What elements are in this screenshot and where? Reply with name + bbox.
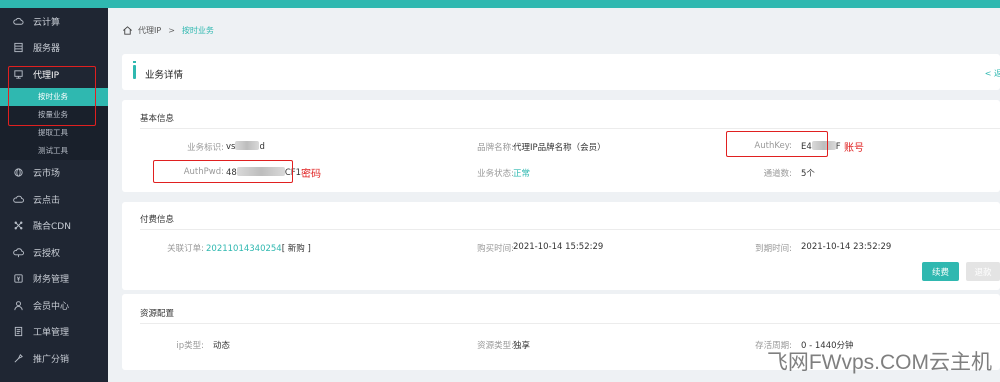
order-tag: [ 新购 ]	[281, 244, 311, 254]
biz-id-prefix: vs	[226, 142, 236, 152]
cloud-auth-icon	[12, 246, 24, 258]
ip-type-label: ip类型:	[176, 341, 204, 351]
ticket-icon	[12, 326, 24, 338]
globe-icon	[12, 167, 24, 179]
brand-value: 代理IP品牌名称（会员）	[513, 143, 606, 153]
expire-time-value: 2021-10-14 23:52:29	[801, 242, 892, 252]
sidebar-item-label: 工单管理	[33, 328, 70, 339]
ip-type-value: 动态	[213, 341, 231, 351]
status-label: 业务状态:	[477, 169, 514, 179]
main-content: 代理IP > 按时业务 业务详情 < 返 基本信息 业务标识: vs d 品牌名称…	[108, 8, 1000, 382]
sidebar-item-label: 会员中心	[33, 301, 70, 312]
sidebar-item-label: 云计算	[33, 17, 61, 28]
basic-info-card: 基本信息 业务标识: vs d 品牌名称: 代理IP品牌名称（会员） AuthKe…	[122, 100, 1000, 192]
redacted-blur	[235, 141, 260, 150]
watermark: 飞网FWvps.COM云主机	[766, 351, 992, 374]
sidebar-subitem-label: 测试工具	[38, 146, 68, 155]
finance-icon	[12, 273, 24, 285]
buy-time-label: 购买时间:	[477, 244, 514, 254]
user-icon	[12, 299, 24, 311]
sidebar-item-label: 推广分销	[33, 354, 70, 365]
sidebar-item-member-center[interactable]: 会员中心	[0, 292, 108, 319]
sidebar-subitem-label: 提取工具	[38, 128, 68, 137]
info-icon	[133, 61, 136, 79]
expire-time-label: 到期时间:	[755, 244, 792, 254]
annotation-box-proxy-ip	[8, 66, 96, 126]
order-label: 关联订单:	[167, 244, 204, 254]
sidebar-item-label: 融合CDN	[33, 222, 71, 233]
cloud-icon	[12, 15, 24, 27]
order-value: 20211014340254[ 新购 ]	[206, 242, 311, 254]
section-title-resource: 资源配置	[140, 309, 175, 319]
share-icon	[12, 352, 24, 364]
biz-id-suffix: d	[259, 142, 265, 152]
cdn-icon	[12, 220, 24, 232]
sidebar-item-cdn[interactable]: 融合CDN	[0, 213, 108, 240]
annotation-note-account: 账号	[844, 143, 864, 154]
sidebar-item-cloud-compute[interactable]: 云计算	[0, 8, 108, 35]
sidebar-subitem-test-tool[interactable]: 测试工具	[0, 141, 108, 160]
authkey-suffix: F	[835, 142, 841, 152]
sidebar-item-affiliate[interactable]: 推广分销	[0, 345, 108, 372]
brand-label: 品牌名称:	[477, 143, 514, 153]
page-title-card: 业务详情 < 返	[122, 54, 1000, 90]
section-title-basic: 基本信息	[140, 114, 175, 124]
sidebar-item-label: 云点击	[33, 195, 61, 206]
sidebar-item-finance[interactable]: 财务管理	[0, 266, 108, 293]
sidebar-item-cloud-click[interactable]: 云点击	[0, 186, 108, 213]
breadcrumb-current: 按时业务	[181, 26, 214, 35]
sidebar-item-label: 云市场	[33, 169, 61, 180]
channels-label: 通道数:	[763, 169, 792, 179]
back-link[interactable]: < 返	[985, 68, 1000, 79]
breadcrumb-separator: >	[168, 26, 175, 35]
status-value: 正常	[513, 169, 531, 179]
biz-id-label: 业务标识:	[187, 143, 224, 153]
sidebar-item-label: 财务管理	[33, 275, 70, 286]
section-divider	[140, 323, 1000, 324]
section-title-billing: 付费信息	[140, 215, 175, 225]
renew-button[interactable]: 续费	[922, 262, 959, 281]
annotation-box-authkey	[726, 131, 828, 157]
annotation-note-password: 密码	[301, 169, 321, 180]
sidebar-item-server[interactable]: 服务器	[0, 35, 108, 62]
billing-card: 付费信息 关联订单: 20211014340254[ 新购 ] 购买时间: 20…	[122, 202, 1000, 290]
section-divider	[140, 229, 1000, 230]
sidebar-item-cloud-market[interactable]: 云市场	[0, 160, 108, 187]
order-link[interactable]: 20211014340254	[206, 244, 282, 254]
cloud-click-icon	[12, 193, 24, 205]
channels-value: 5个	[801, 169, 815, 179]
sidebar-item-label: 云授权	[33, 248, 61, 259]
sidebar-item-label: 服务器	[33, 44, 61, 55]
home-icon[interactable]	[122, 25, 133, 36]
sidebar-subitem-extract-tool[interactable]: 提取工具	[0, 123, 108, 142]
sidebar-item-cloud-auth[interactable]: 云授权	[0, 239, 108, 266]
annotation-box-authpwd	[153, 160, 293, 183]
sidebar-item-tickets[interactable]: 工单管理	[0, 319, 108, 346]
resource-type-value: 独享	[513, 341, 531, 351]
breadcrumb: 代理IP > 按时业务	[122, 25, 214, 36]
biz-id-value: vs d	[226, 141, 265, 152]
refund-button[interactable]: 退款	[966, 262, 1000, 281]
server-icon	[12, 42, 24, 54]
top-accent-bar	[0, 0, 1000, 8]
buy-time-value: 2021-10-14 15:52:29	[513, 242, 604, 252]
page-title: 业务详情	[145, 70, 184, 81]
section-divider	[140, 128, 1000, 129]
resource-type-label: 资源类型:	[477, 341, 514, 351]
sidebar: 云计算 服务器 代理IP 按时业务 按量业务 提取工具 测试工具 云市场 云点击…	[0, 8, 108, 382]
breadcrumb-root[interactable]: 代理IP	[138, 25, 161, 36]
